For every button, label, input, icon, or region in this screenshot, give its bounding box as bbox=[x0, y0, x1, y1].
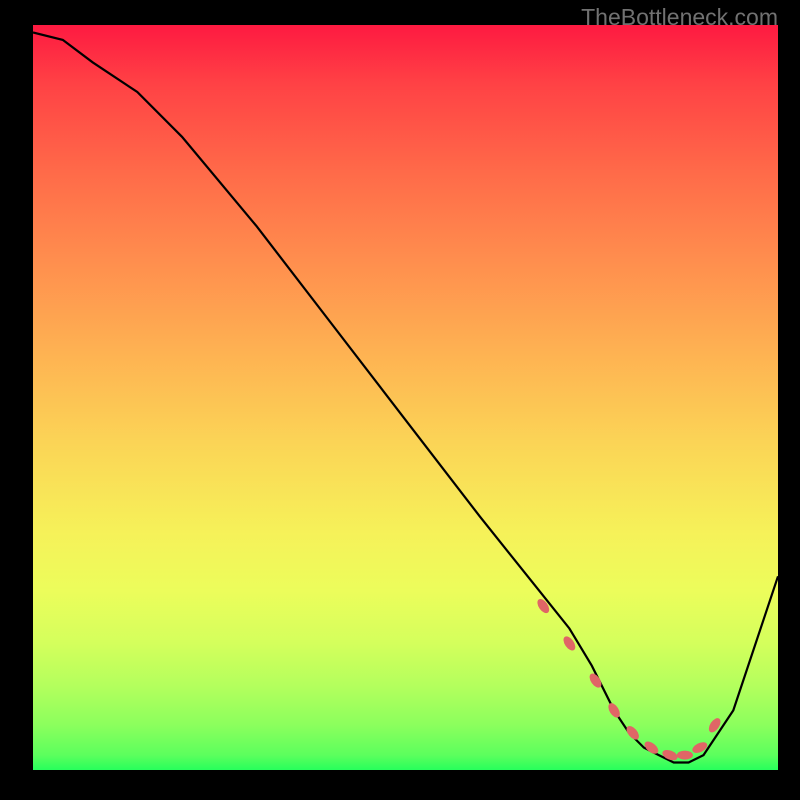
chart-marker bbox=[624, 724, 641, 742]
chart-marker bbox=[535, 597, 552, 615]
watermark-text: TheBottleneck.com bbox=[581, 4, 778, 31]
chart-marker bbox=[707, 716, 723, 734]
chart-curve-line bbox=[33, 33, 778, 763]
chart-plot-area bbox=[33, 25, 778, 770]
chart-svg bbox=[33, 25, 778, 770]
chart-marker bbox=[606, 701, 622, 719]
chart-marker bbox=[677, 751, 693, 760]
